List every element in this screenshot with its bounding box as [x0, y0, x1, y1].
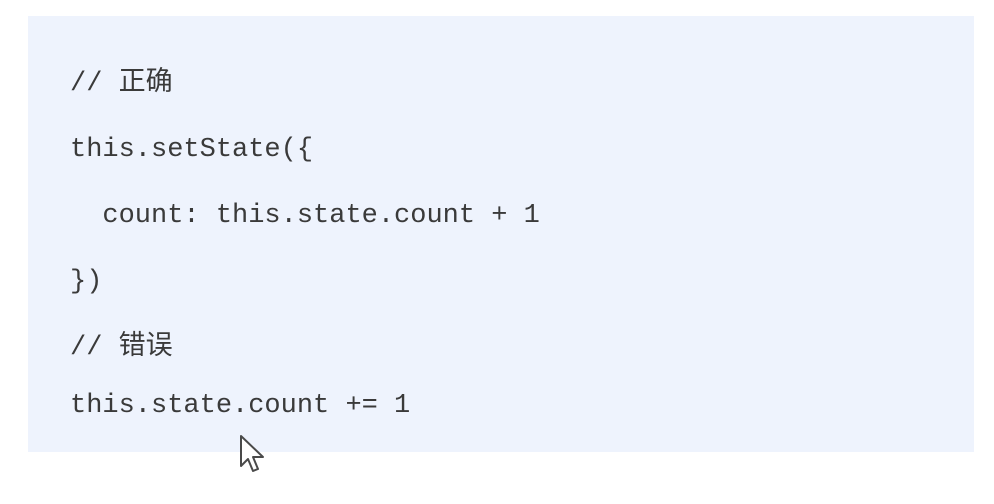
mouse-pointer-icon	[240, 435, 264, 472]
code-comment-wrong: // 错误	[70, 333, 173, 363]
code-line-count-increment: count: this.state.count + 1	[70, 201, 540, 231]
code-comment-correct: // 正确	[70, 69, 173, 99]
code-block: // 正确 this.setState({ count: this.state.…	[28, 16, 974, 452]
code-line-setstate-open: this.setState({	[70, 135, 314, 165]
code-line-direct-mutation: this.state.count += 1	[70, 391, 411, 421]
code-line-setstate-close: })	[70, 267, 103, 297]
